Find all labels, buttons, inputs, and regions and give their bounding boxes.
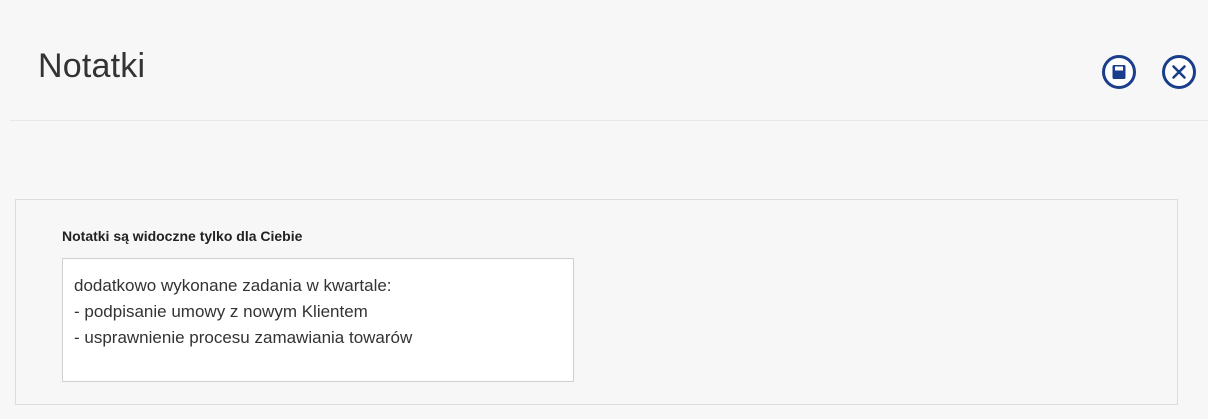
- close-button[interactable]: [1162, 55, 1196, 89]
- notes-textarea[interactable]: dodatkowo wykonane zadania w kwartale: -…: [62, 258, 574, 382]
- floppy-disk-icon: [1112, 65, 1126, 79]
- dialog-content: Notatki są widoczne tylko dla Ciebie dod…: [10, 121, 1208, 419]
- save-button[interactable]: [1102, 55, 1136, 89]
- dialog-header: Notatki: [10, 10, 1208, 121]
- close-icon: [1172, 65, 1186, 79]
- page-title: Notatki: [38, 47, 146, 85]
- notes-label: Notatki są widoczne tylko dla Ciebie: [62, 228, 303, 244]
- notes-dialog: Notatki Notatki są widoczne tylko dla Ci…: [0, 0, 1208, 419]
- notes-panel: Notatki są widoczne tylko dla Ciebie dod…: [15, 199, 1178, 405]
